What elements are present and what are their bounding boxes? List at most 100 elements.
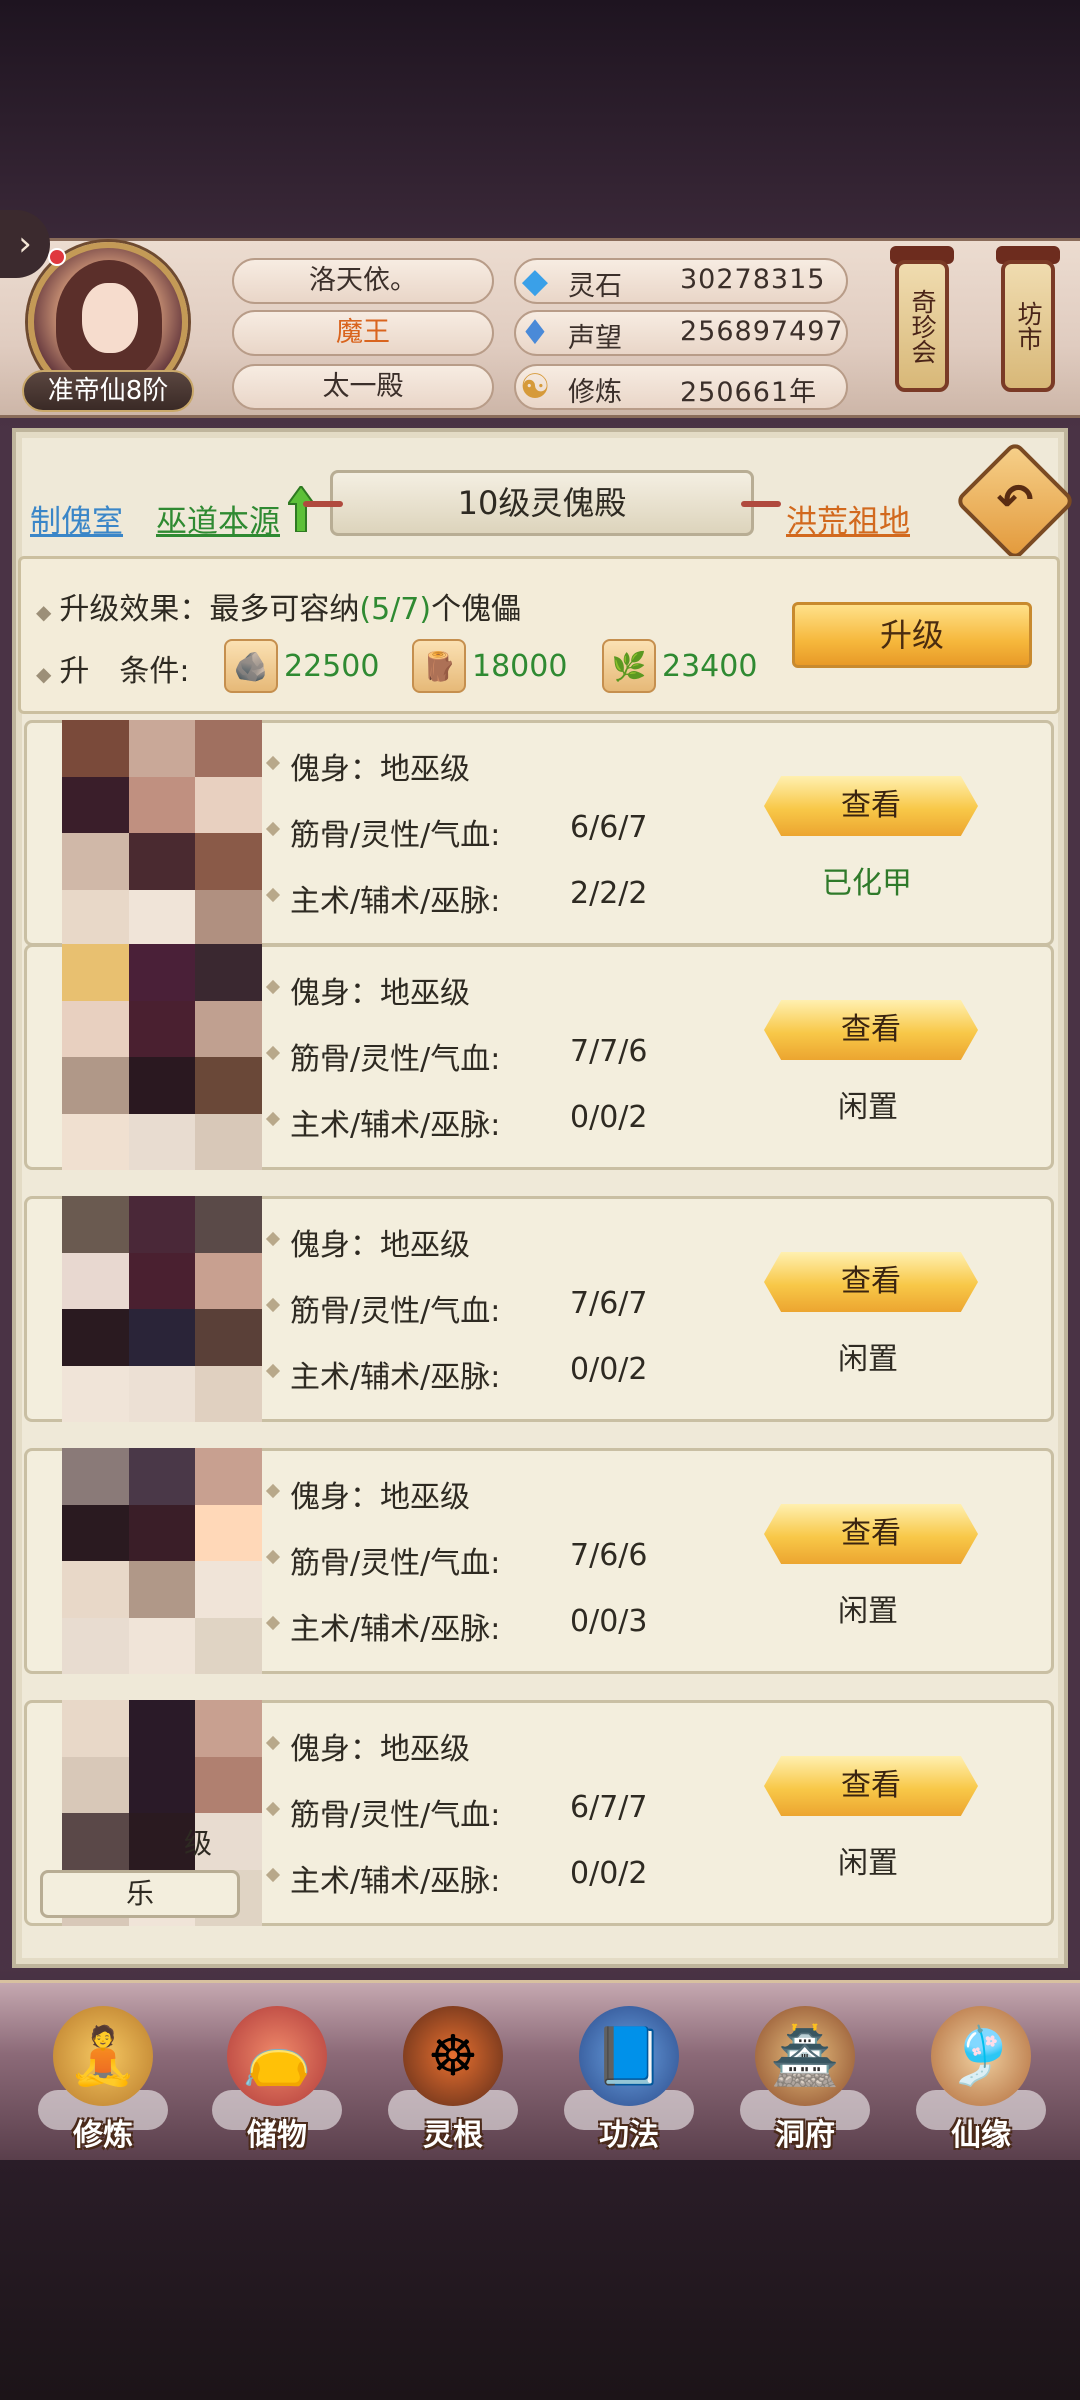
portrait-tag: 级 — [184, 1827, 213, 1860]
market-button[interactable]: 坊市 — [1001, 260, 1055, 392]
portrait-pixel — [195, 1057, 262, 1114]
portrait-pixel — [62, 1252, 129, 1309]
portrait-pixel — [62, 1309, 129, 1366]
cost-value: 23400 — [662, 648, 758, 684]
view-puppet-button[interactable]: 查看 — [764, 1252, 978, 1312]
portrait-pixel — [128, 1057, 196, 1114]
diamond-bullet-icon: ◆ — [36, 600, 52, 624]
portrait-pixel — [195, 776, 262, 833]
portrait-pixel — [195, 720, 262, 777]
puppet-skills-label: 主术/辅术/巫脉: — [290, 1108, 501, 1143]
nav-item-5[interactable]: 🏯 洞府 — [730, 2000, 880, 2160]
resource-spirit-stone: ◆ 灵石 30278315 — [514, 258, 848, 304]
nav-label: 洞府 — [775, 2118, 835, 2153]
portrait-pixel — [195, 1365, 262, 1422]
puppet-stats-value: 7/6/6 — [570, 1538, 648, 1573]
nav-label: 功法 — [599, 2118, 659, 2153]
portrait-pixel — [62, 1057, 129, 1114]
portrait-pixel — [195, 1000, 262, 1057]
portrait-pixel — [128, 1756, 196, 1813]
portrait-pixel — [128, 889, 196, 946]
portrait-pixel — [195, 1700, 262, 1757]
portrait-pixel — [195, 1309, 262, 1366]
view-puppet-button[interactable]: 查看 — [764, 776, 978, 836]
reputation-icon: ♦ — [519, 313, 551, 353]
portrait-pixel — [128, 1196, 196, 1253]
puppet-body: 傀身：地巫级 — [290, 1480, 470, 1515]
portrait-pixel — [128, 1504, 196, 1561]
upgrade-effect-text-b: 个傀儡 — [431, 592, 522, 627]
view-puppet-button[interactable]: 查看 — [764, 1756, 978, 1816]
puppet-status: 闲置 — [838, 1090, 898, 1125]
view-puppet-button[interactable]: 查看 — [764, 1000, 978, 1060]
resource-reputation: ♦ 声望 256897497 — [514, 310, 848, 356]
portrait-pixel — [128, 1700, 196, 1757]
puppet-workshop-link[interactable]: 制傀室 — [30, 496, 123, 541]
portrait-pixel — [62, 1448, 129, 1505]
portrait-pixel — [62, 1113, 129, 1170]
nav-item-2[interactable]: 👝 储物 — [202, 2000, 352, 2160]
cost-value: 22500 — [284, 648, 380, 684]
portrait-pixel — [128, 1000, 196, 1057]
upgrade-available-icon — [288, 486, 314, 532]
nav-item-1[interactable]: 🧘 修炼 — [28, 2000, 178, 2160]
cave-mansion-icon: 🏯 — [755, 2006, 855, 2106]
nav-label: 修炼 — [73, 2118, 133, 2153]
treasure-fair-button[interactable]: 奇珍会 — [895, 260, 949, 392]
portrait-pixel — [195, 1196, 262, 1253]
portrait-pixel — [62, 833, 129, 890]
portrait-pixel — [128, 776, 196, 833]
herb-icon: 🌿 — [602, 639, 656, 693]
portrait-pixel — [62, 1504, 129, 1561]
primal-land-link[interactable]: 洪荒祖地 — [786, 496, 910, 541]
puppet-portrait[interactable] — [62, 944, 262, 1170]
upgrade-button[interactable]: 升级 — [792, 602, 1032, 668]
cost-value: 18000 — [472, 648, 568, 684]
portrait-pixel — [128, 1113, 196, 1170]
portrait-pixel — [195, 1504, 262, 1561]
nav-item-6[interactable]: 🎐 仙缘 — [906, 2000, 1056, 2160]
cost-wood: 🪵 18000 — [412, 639, 568, 693]
portrait-pixel — [128, 833, 196, 890]
upgrade-effect-text: 最多可容纳 — [209, 592, 360, 627]
puppet-stats-label: 筋骨/灵性/气血: — [290, 1798, 501, 1833]
spirit-root-icon: ☸ — [403, 2006, 503, 2106]
gourd-icon: 🎐 — [931, 2006, 1031, 2106]
nav-item-3[interactable]: ☸ 灵根 — [378, 2000, 528, 2160]
resource-value: 250661年 — [680, 377, 818, 408]
portrait-pixel — [195, 1448, 262, 1505]
puppet-body: 傀身：地巫级 — [290, 1732, 470, 1767]
portrait-pixel — [62, 1000, 129, 1057]
resource-value: 256897497 — [680, 316, 844, 347]
cost-herb: 🌿 23400 — [602, 639, 758, 693]
cultivation-icon: ☯ — [519, 367, 551, 407]
nav-item-4[interactable]: 📘 功法 — [554, 2000, 704, 2160]
puppet-stats-label: 筋骨/灵性/气血: — [290, 818, 501, 853]
puppet-stats-label: 筋骨/灵性/气血: — [290, 1294, 501, 1329]
puppet-portrait[interactable] — [62, 1448, 262, 1674]
portrait-caption: 乐 — [40, 1870, 240, 1918]
puppet-portrait[interactable] — [62, 1196, 262, 1422]
capacity-value: (5/7) — [359, 592, 432, 627]
puppet-portrait[interactable] — [62, 720, 262, 946]
resource-label: 修炼 — [568, 377, 622, 408]
view-puppet-button[interactable]: 查看 — [764, 1504, 978, 1564]
puppet-stats-label: 筋骨/灵性/气血: — [290, 1042, 501, 1077]
resource-label: 声望 — [568, 323, 622, 354]
puppet-skills-label: 主术/辅术/巫脉: — [290, 884, 501, 919]
portrait-pixel — [62, 776, 129, 833]
portrait-pixel — [62, 1756, 129, 1813]
witch-origin-link[interactable]: 巫道本源 — [156, 496, 280, 541]
puppet-skills-value: 0/0/2 — [570, 1100, 648, 1135]
portrait-pixel — [195, 1561, 262, 1618]
puppet-skills-value: 2/2/2 — [570, 876, 648, 911]
portrait-pixel — [128, 1448, 196, 1505]
puppet-stats-value: 7/7/6 — [570, 1034, 648, 1069]
treasure-bag-icon: 👝 — [227, 2006, 327, 2106]
player-sect: 太一殿 — [232, 364, 494, 410]
portrait-pixel — [128, 1309, 196, 1366]
player-title: 魔王 — [232, 310, 494, 356]
puppet-body: 傀身：地巫级 — [290, 976, 470, 1011]
puppet-skills-value: 0/0/3 — [570, 1604, 648, 1639]
puppet-stats-label: 筋骨/灵性/气血: — [290, 1546, 501, 1581]
